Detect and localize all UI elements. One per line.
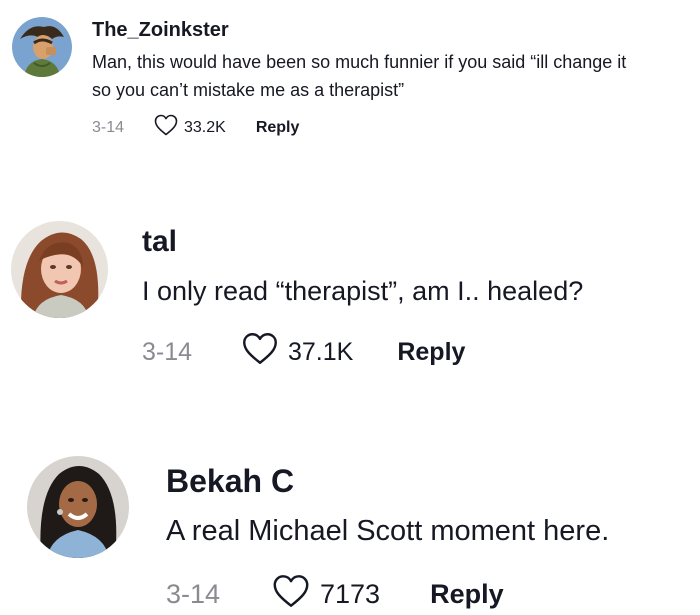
comment-text: so you can’t mistake me as a therapist” [92,80,405,100]
comment-date: 3-14 [142,337,193,366]
comment-text: A real Michael Scott moment here. [166,515,610,547]
reply-button[interactable]: Reply [397,338,465,367]
like-count: 37.1K [288,337,354,366]
comment-username[interactable]: The_Zoinkster [92,19,229,42]
comment-username[interactable]: Bekah C [166,463,294,500]
comment-meta: 3-14 37.1K Reply [142,332,465,372]
comment-meta: 3-14 33.2K Reply [92,114,299,141]
heart-icon[interactable] [272,574,310,615]
like-count: 7173 [320,579,381,609]
like-button[interactable]: 37.1K [242,332,397,372]
like-count: 33.2K [184,118,226,136]
comment-text: Man, this would have been so much funnie… [92,52,627,72]
avatar[interactable] [11,221,108,318]
comment-meta: 3-14 7173 Reply [166,574,504,615]
heart-icon[interactable] [154,114,178,141]
like-button[interactable]: 7173 [272,574,430,615]
like-button[interactable]: 33.2K [154,114,256,141]
reply-button[interactable]: Reply [430,579,504,610]
avatar[interactable] [27,456,129,558]
comment-date: 3-14 [166,579,221,609]
reply-button[interactable]: Reply [256,119,300,137]
comment-text: I only read “therapist”, am I.. healed? [142,276,584,306]
heart-icon[interactable] [242,332,278,372]
comment-username[interactable]: tal [142,225,177,259]
avatar[interactable] [12,17,72,77]
comment-date: 3-14 [92,118,125,136]
